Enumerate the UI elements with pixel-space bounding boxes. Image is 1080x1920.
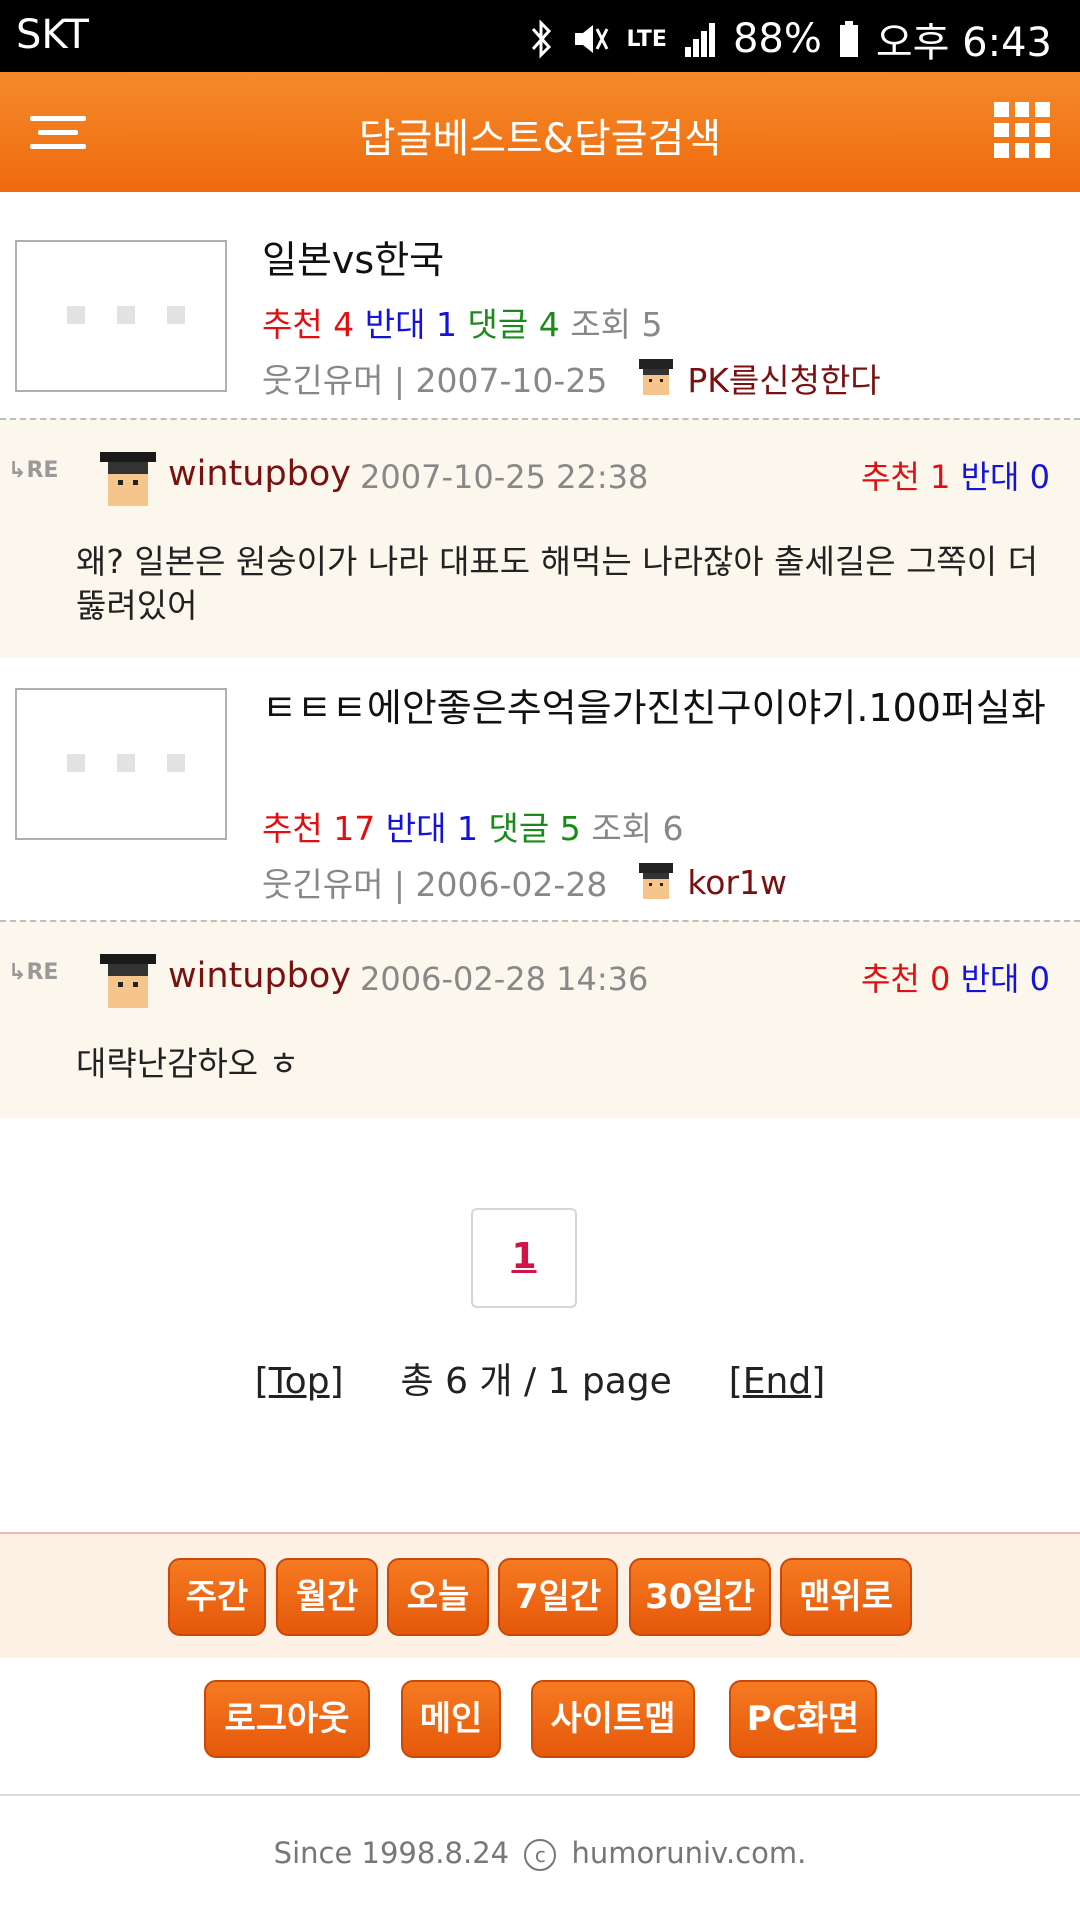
signal-icon <box>684 23 715 57</box>
clock: 오후 6:43 <box>875 20 1052 66</box>
scroll-top-button[interactable]: 맨위로 <box>780 1558 912 1636</box>
reply-text: 대략난감하오 ㅎ <box>76 1044 300 1083</box>
page-navigation: [Top] 총 6 개 / 1 page [End] <box>254 1361 826 1402</box>
post-meta: 웃긴유머 | 2006-02-28 kor1w <box>262 862 788 905</box>
mute-icon <box>574 25 608 53</box>
page-summary: 총 6 개 / 1 page <box>400 1361 672 1402</box>
today-button[interactable]: 오늘 <box>387 1558 489 1636</box>
post-author[interactable]: PK를신청한다 <box>687 354 880 402</box>
battery-percent: 88% <box>732 16 822 62</box>
footer-domain: humoruniv.com. <box>571 1836 807 1870</box>
footer-since: Since 1998.8.24 <box>273 1836 510 1870</box>
thirty-days-button[interactable]: 30일간 <box>629 1558 771 1636</box>
copyright-icon: c <box>524 1839 557 1871</box>
user-avatar-icon <box>639 359 674 395</box>
post-stats: 추천 4 반대 1 댓글 4 조회 5 <box>262 305 663 344</box>
post-item[interactable]: 일본vs한국 추천 4 반대 1 댓글 4 조회 5 웃긴유머 | 2007-1… <box>0 210 1080 418</box>
weekly-button[interactable]: 주간 <box>168 1558 266 1636</box>
carrier-label: SKT <box>16 12 89 58</box>
site-nav-bar: 로그아웃 메인 사이트맵 PC화면 <box>0 1658 1080 1796</box>
user-avatar-icon <box>100 954 156 1008</box>
logout-button[interactable]: 로그아웃 <box>204 1680 370 1758</box>
reply-arrow-icon: ↳RE <box>8 960 59 985</box>
post-meta: 웃긴유머 | 2007-10-25 PK를신청한다 <box>262 354 881 402</box>
period-nav-bar: 주간 월간 오늘 7일간 30일간 맨위로 <box>0 1532 1080 1660</box>
app-header: 답글베스트&답글검색 <box>0 72 1080 192</box>
post-author[interactable]: kor1w <box>687 863 787 902</box>
footer: Since 1998.8.24 c humoruniv.com. <box>0 1836 1080 1871</box>
post-title[interactable]: 일본vs한국 <box>262 234 1062 286</box>
status-bar: SKT LTE 88% 오후 6:43 <box>0 0 1080 72</box>
reply-username[interactable]: wintupboy <box>168 956 351 996</box>
reply-text: 왜? 일본은 원숭이가 나라 대표도 해먹는 나라잖아 출세길은 그쪽이 더뚫려… <box>76 542 1039 625</box>
monthly-button[interactable]: 월간 <box>276 1558 378 1636</box>
post-stats: 추천 17 반대 1 댓글 5 조회 6 <box>262 809 684 848</box>
reply-arrow-icon: ↳RE <box>8 458 59 483</box>
seven-days-button[interactable]: 7일간 <box>498 1558 618 1636</box>
page-title: 답글베스트&답글검색 <box>358 116 722 162</box>
bluetooth-icon <box>531 19 551 59</box>
post-item[interactable]: ㅌㅌㅌ에안좋은추억을가진친구이야기.100퍼실화 추천 17 반대 1 댓글 5… <box>0 658 1080 920</box>
end-link[interactable]: End <box>743 1361 811 1402</box>
reply-date: 2006-02-28 14:36 <box>360 960 649 998</box>
grid-menu-button[interactable] <box>994 102 1050 158</box>
post-thumbnail <box>15 240 227 392</box>
battery-icon <box>839 21 858 57</box>
reply-item: ↳RE wintupboy 2007-10-25 22:38 추천 1 반대 0… <box>0 418 1080 660</box>
pc-view-button[interactable]: PC화면 <box>729 1680 877 1758</box>
top-link[interactable]: Top <box>269 1361 330 1402</box>
main-button[interactable]: 메인 <box>401 1680 501 1758</box>
page-link-current[interactable]: 1 <box>471 1208 577 1308</box>
reply-item: ↳RE wintupboy 2006-02-28 14:36 추천 0 반대 0… <box>0 920 1080 1118</box>
network-type: LTE <box>626 26 667 52</box>
reply-username[interactable]: wintupboy <box>168 454 351 494</box>
sitemap-button[interactable]: 사이트맵 <box>531 1680 695 1758</box>
post-thumbnail <box>15 688 227 840</box>
post-title[interactable]: ㅌㅌㅌ에안좋은추억을가진친구이야기.100퍼실화 <box>262 682 1062 734</box>
reply-votes: 추천 0 반대 0 <box>860 960 1050 998</box>
reply-date: 2007-10-25 22:38 <box>360 458 649 496</box>
user-avatar-icon <box>639 863 674 899</box>
reply-votes: 추천 1 반대 0 <box>860 458 1050 496</box>
user-avatar-icon <box>100 452 156 506</box>
